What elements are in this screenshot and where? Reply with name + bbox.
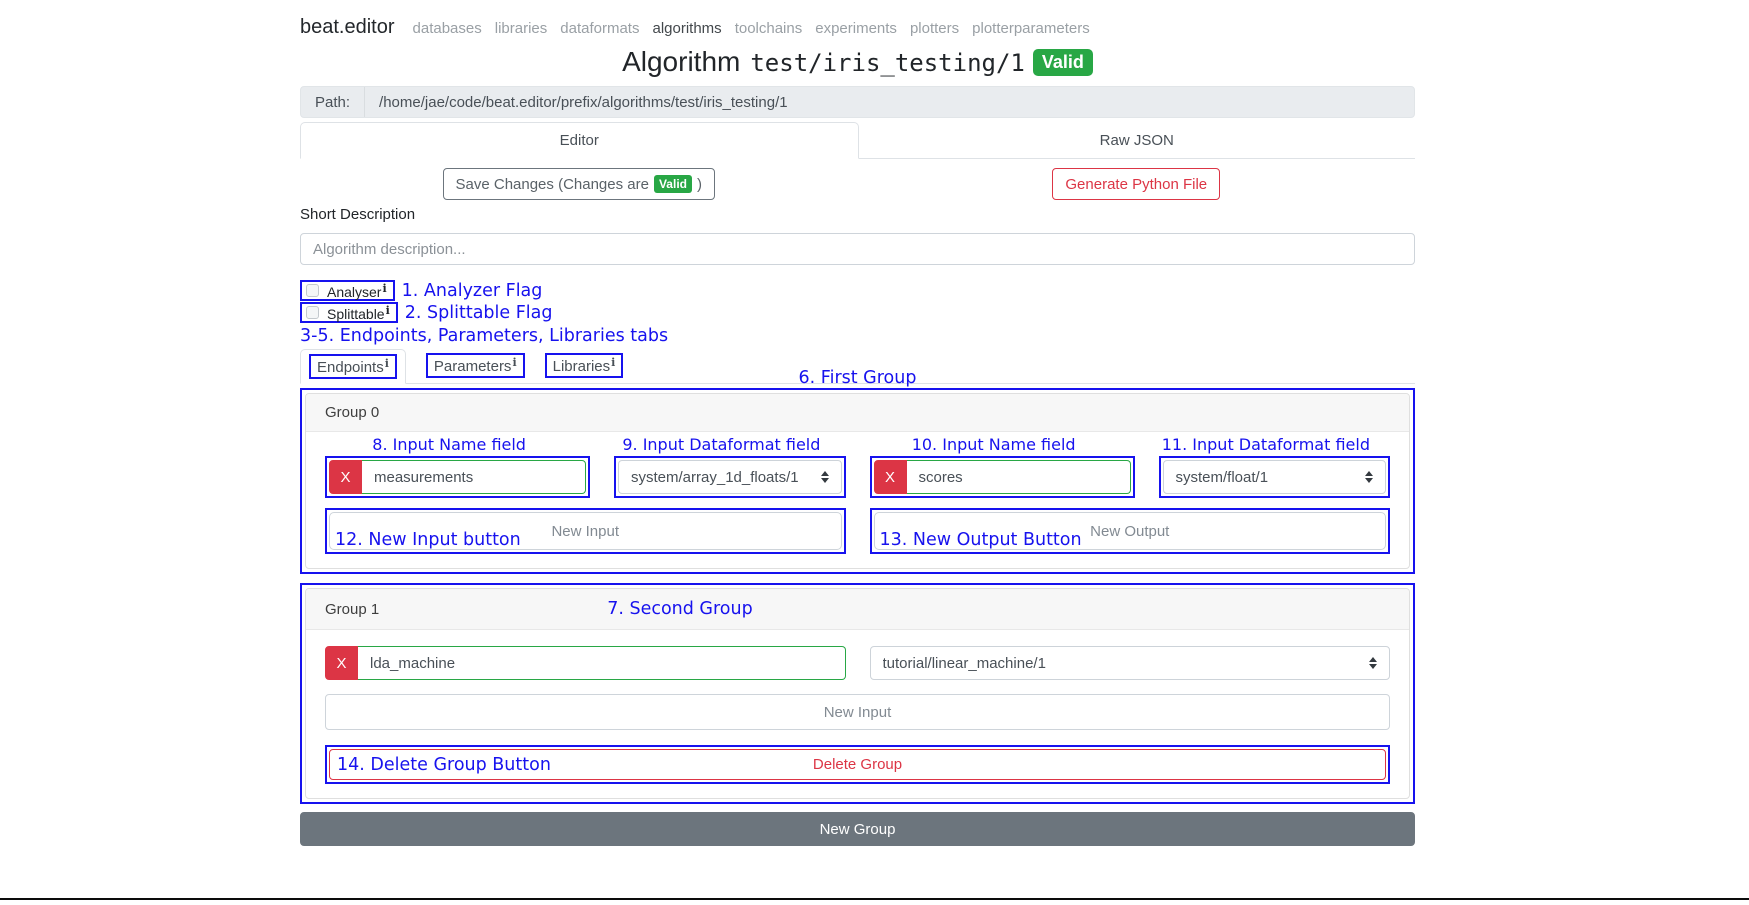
nav-item-databases[interactable]: databases: [413, 20, 482, 37]
annotation-new-input-button-12: 12. New Input button: [335, 530, 521, 550]
nav-item-plotterparameters[interactable]: plotterparameters: [972, 20, 1090, 37]
new-output-annotation-box: New Output 13. New Output Button: [870, 508, 1391, 554]
nav-item-libraries[interactable]: libraries: [495, 20, 548, 37]
selected-dataformat: system/array_1d_floats/1: [631, 469, 821, 486]
group-1-title: Group 1: [325, 601, 379, 618]
save-label: Save Changes (Changes are: [456, 176, 649, 193]
input-name-field[interactable]: [358, 646, 846, 680]
generate-python-file-button[interactable]: Generate Python File: [1052, 168, 1220, 200]
nav-item-toolchains[interactable]: toolchains: [735, 20, 803, 37]
tab-editor[interactable]: Editor: [300, 122, 859, 159]
group-0-new-io-row: New Input 12. New Input button New Outpu…: [325, 508, 1390, 554]
input-dataformat-annotation-box: system/array_1d_floats/1: [614, 456, 846, 498]
actions-row: Save Changes (Changes are Valid ) Genera…: [300, 168, 1415, 200]
info-icon: i: [611, 356, 615, 369]
remove-input-button[interactable]: X: [329, 460, 362, 494]
nav-item-experiments[interactable]: experiments: [815, 20, 897, 37]
group-0-card: Group 0 8. Input Name field 9. Input Dat…: [305, 393, 1410, 569]
path-value: /home/jae/code/beat.editor/prefix/algori…: [365, 94, 788, 111]
input-name-field[interactable]: [362, 460, 586, 494]
annotation-input-dataformat-field-11: 11. Input Dataformat field: [1142, 435, 1390, 456]
algorithm-name: test/iris_testing/1: [750, 49, 1025, 77]
nav-item-dataformats[interactable]: dataformats: [560, 20, 639, 37]
brand-logo[interactable]: beat.editor: [300, 16, 395, 39]
save-changes-button[interactable]: Save Changes (Changes are Valid ): [443, 168, 715, 200]
group-1-endpoint-row: X tutorial/linear_machine/1: [325, 646, 1390, 680]
analyser-flag-annotation-box: Analyseri: [300, 280, 395, 301]
annotation-first-group: 6. First Group: [300, 368, 1415, 387]
path-label: Path:: [301, 87, 365, 117]
info-icon: i: [512, 356, 516, 369]
group-1-body: X tutorial/linear_machine/1 New Input De…: [306, 630, 1409, 798]
group-0-annotation-box: Group 0 8. Input Name field 9. Input Dat…: [300, 388, 1415, 574]
new-input-button[interactable]: New Input: [325, 694, 1390, 730]
analyser-label: Analyseri: [327, 282, 387, 300]
group-0-title: Group 0: [325, 404, 379, 421]
description-input[interactable]: [300, 233, 1415, 265]
select-arrows-icon: [1365, 471, 1373, 483]
tab-raw-json[interactable]: Raw JSON: [859, 122, 1416, 158]
splittable-label: Splittablei: [327, 304, 390, 322]
group-0-header: Group 0: [306, 394, 1409, 432]
short-description-label: Short Description: [300, 206, 1415, 224]
save-label-suffix: ): [697, 176, 702, 193]
output-dataformat-annotation-box: system/float/1: [1159, 456, 1391, 498]
output-name-group: X: [874, 460, 1131, 494]
selected-dataformat: tutorial/linear_machine/1: [883, 655, 1370, 672]
valid-status-badge: Valid: [1033, 49, 1093, 76]
nav-item-plotters[interactable]: plotters: [910, 20, 959, 37]
remove-input-button[interactable]: X: [325, 646, 358, 680]
group-1-card: Group 1 7. Second Group X tutorial/linea…: [305, 588, 1410, 799]
annotation-second-group: 7. Second Group: [607, 599, 753, 619]
info-icon: i: [386, 304, 390, 317]
output-name-field[interactable]: [907, 460, 1131, 494]
annotation-delete-group-button-14: 14. Delete Group Button: [337, 755, 551, 775]
new-input-annotation-box: New Input 12. New Input button: [325, 508, 846, 554]
annotation-analyzer-flag: 1. Analyzer Flag: [402, 281, 543, 301]
info-icon: i: [382, 282, 386, 295]
group-1-input-name-group: X: [325, 646, 846, 680]
window-bottom-border: [0, 898, 1749, 900]
input-dataformat-select[interactable]: system/array_1d_floats/1: [618, 460, 842, 494]
annotation-endpoint-tabs: 3-5. Endpoints, Parameters, Libraries ta…: [300, 326, 1415, 346]
annotation-input-dataformat-field-9: 9. Input Dataformat field: [597, 435, 845, 456]
select-arrows-icon: [1369, 657, 1377, 669]
analyser-checkbox[interactable]: [306, 284, 319, 297]
group-0-endpoints-row: X system/array_1d_floats/1 X: [325, 456, 1390, 498]
input-name-annotation-box: X: [325, 456, 590, 498]
splittable-checkbox[interactable]: [306, 306, 319, 319]
group-0-body: 8. Input Name field 9. Input Dataformat …: [306, 432, 1409, 568]
title-prefix: Algorithm: [622, 46, 740, 77]
selected-dataformat: system/float/1: [1176, 469, 1366, 486]
delete-group-annotation-box: Delete Group 14. Delete Group Button: [325, 745, 1390, 784]
top-navbar: beat.editor databases libraries dataform…: [0, 0, 1749, 40]
path-bar: Path: /home/jae/code/beat.editor/prefix/…: [300, 86, 1415, 118]
annotation-new-output-button-13: 13. New Output Button: [880, 530, 1082, 550]
splittable-flag-annotation-box: Splittablei: [300, 302, 398, 323]
nav-item-algorithms[interactable]: algorithms: [652, 20, 721, 37]
save-valid-badge: Valid: [654, 175, 692, 193]
annotation-splittable-flag: 2. Splittable Flag: [405, 303, 553, 323]
input-name-group: X: [329, 460, 586, 494]
flags-block: Analyseri 1. Analyzer Flag Splittablei 2…: [300, 280, 1415, 323]
group-1-annotation-box: Group 1 7. Second Group X tutorial/linea…: [300, 583, 1415, 804]
new-group-button[interactable]: New Group: [300, 812, 1415, 846]
output-name-annotation-box: X: [870, 456, 1135, 498]
remove-output-button[interactable]: X: [874, 460, 907, 494]
group-1-dataformat-half: tutorial/linear_machine/1: [870, 646, 1391, 680]
select-arrows-icon: [821, 471, 829, 483]
group-1-header: Group 1 7. Second Group: [306, 589, 1409, 630]
annotation-input-name-field-8: 8. Input Name field: [325, 435, 573, 456]
input-dataformat-select[interactable]: tutorial/linear_machine/1: [870, 646, 1391, 680]
view-tabs: Editor Raw JSON: [300, 122, 1415, 159]
output-dataformat-select[interactable]: system/float/1: [1163, 460, 1387, 494]
group-0-annotation-labels: 8. Input Name field 9. Input Dataformat …: [325, 435, 1390, 456]
group-1-new-input-row: New Input: [325, 694, 1390, 730]
annotation-input-name-field-10: 10. Input Name field: [870, 435, 1118, 456]
page-title: Algorithm test/iris_testing/1 Valid: [300, 46, 1415, 82]
